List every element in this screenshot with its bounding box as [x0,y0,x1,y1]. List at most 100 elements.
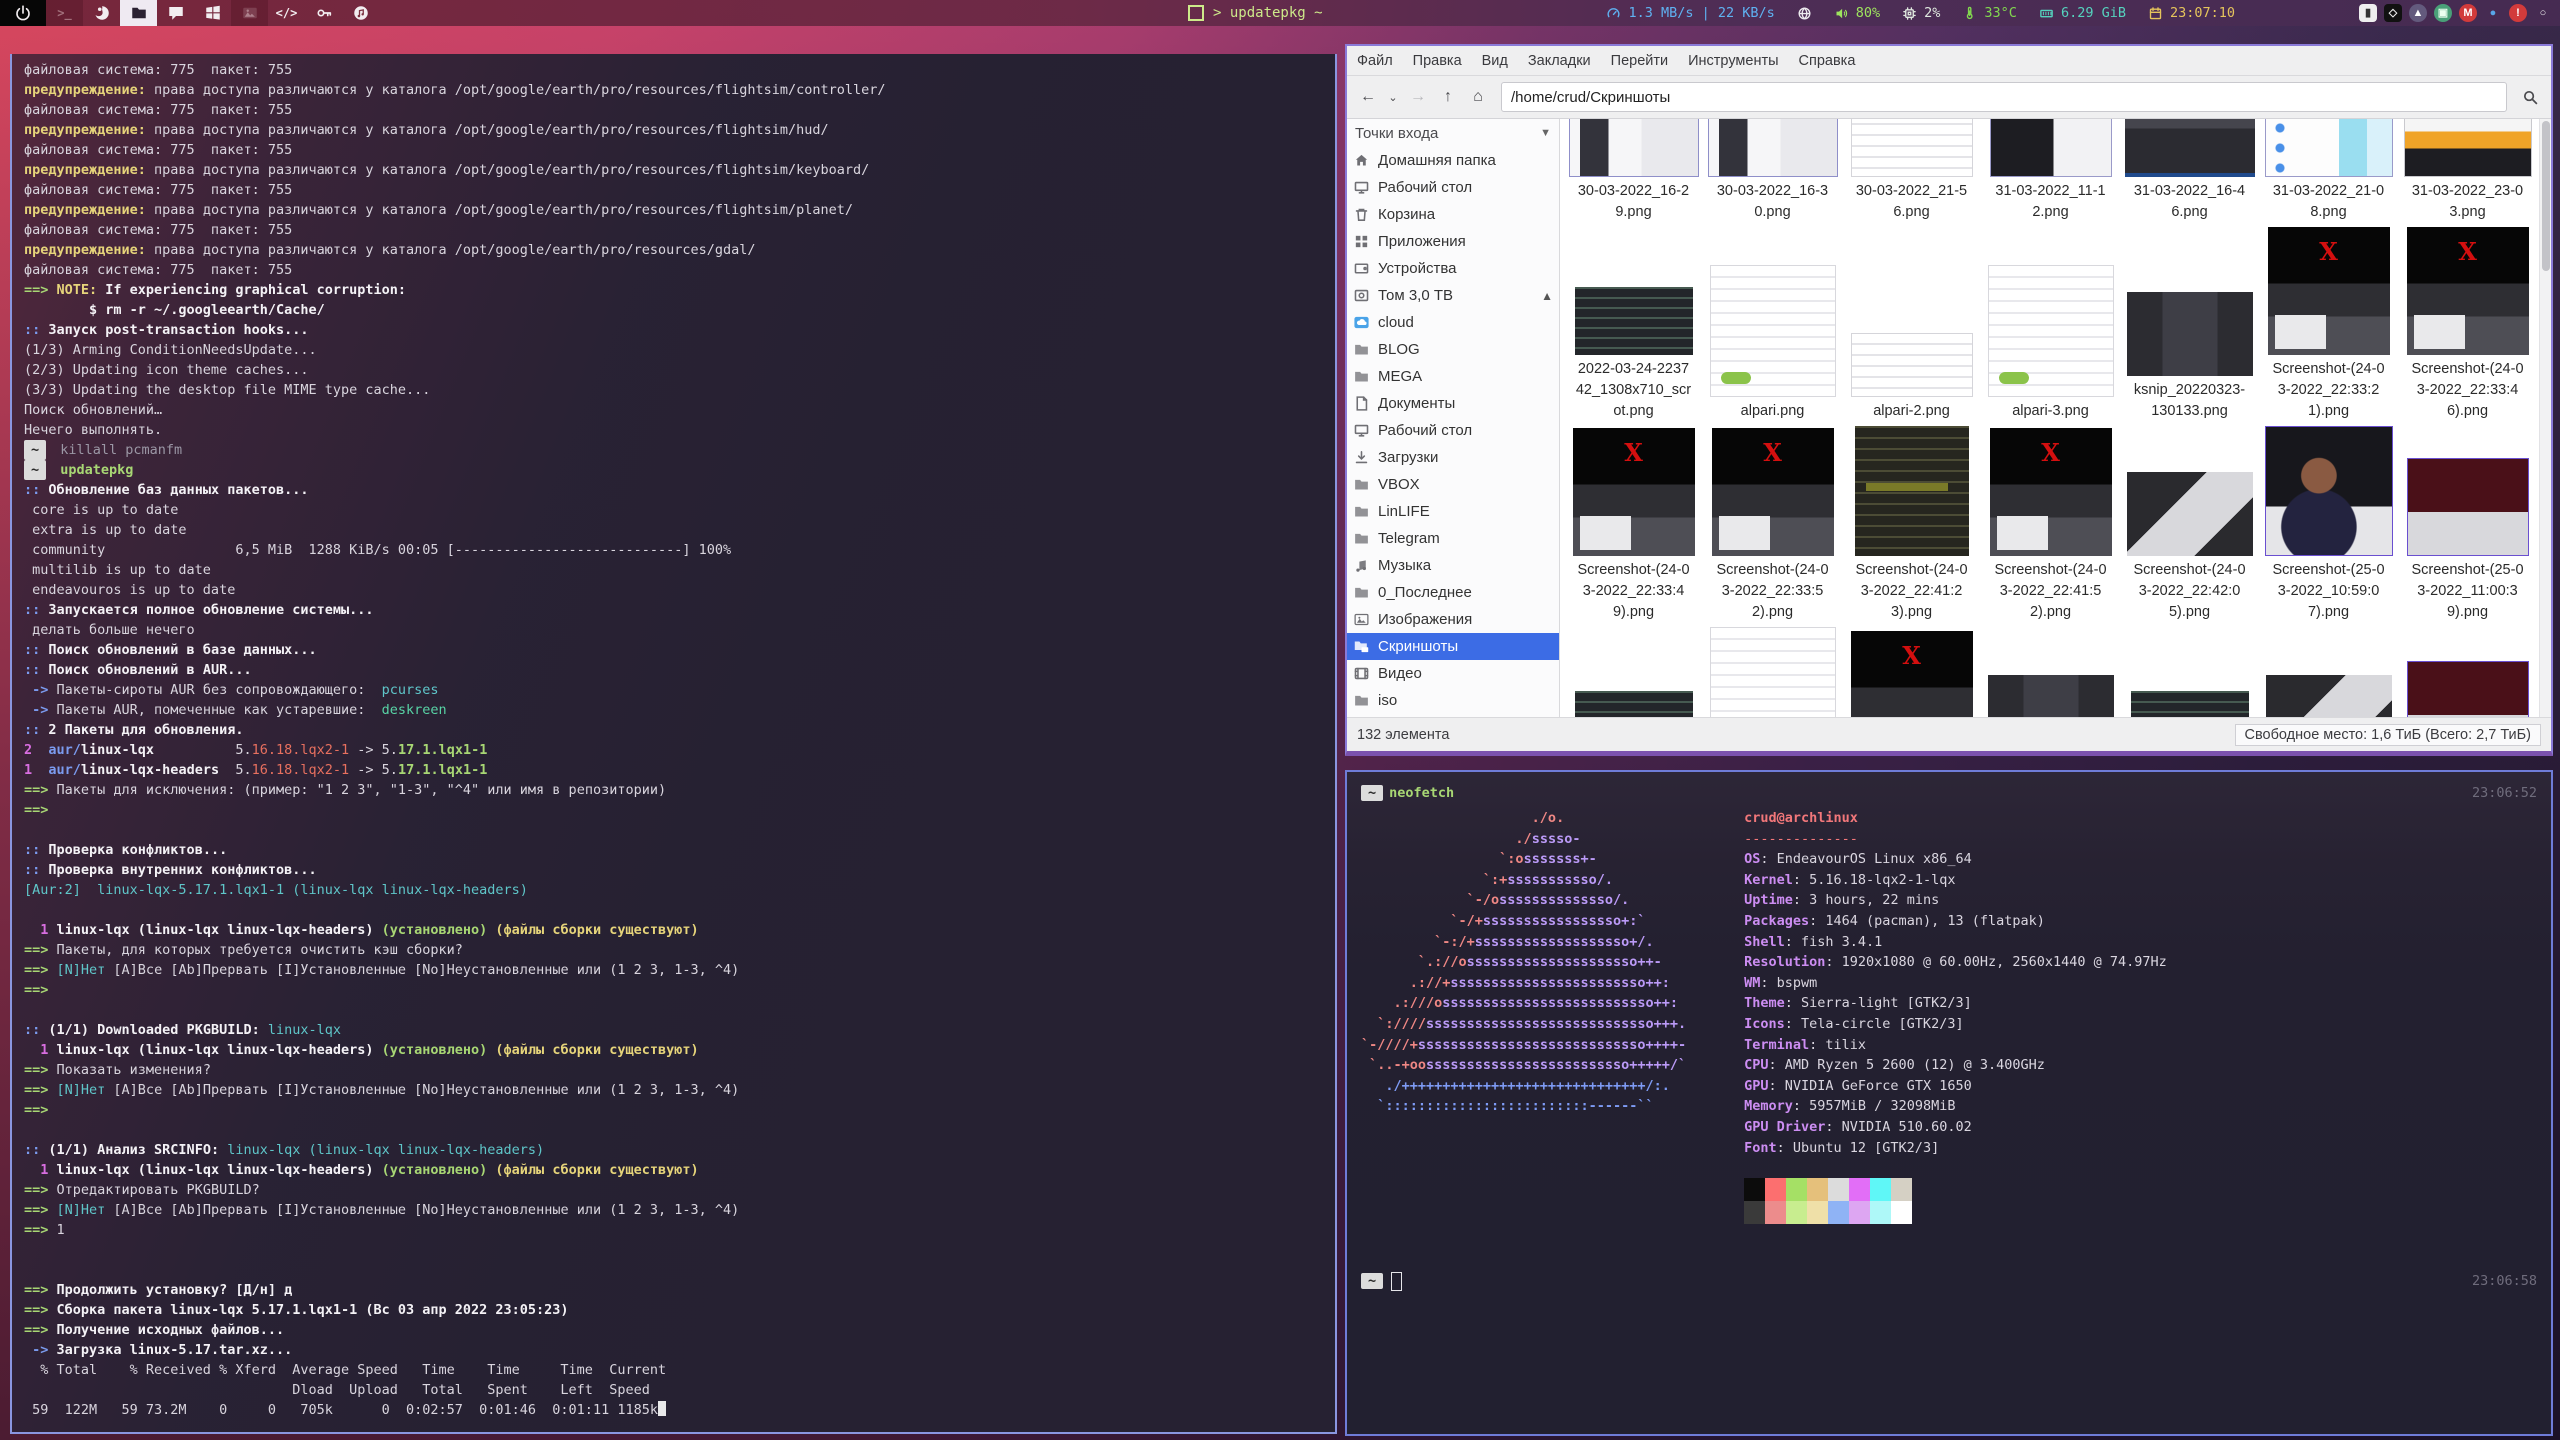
workspace-code-icon[interactable]: </> [268,0,305,26]
file-item[interactable]: 31-03-2022_16-46.png [2120,119,2259,225]
sidebar-item-Устройства[interactable]: Устройства [1347,255,1559,282]
up-button[interactable]: ↑ [1435,84,1461,110]
file-name: Screenshot-(24-03-2022_22:33:21).png [2271,359,2387,422]
tray-flameshot-icon[interactable]: ▣ [2434,4,2452,22]
sidebar-item-Документы[interactable]: Документы [1347,390,1559,417]
file-thumbnail [2125,119,2255,177]
sidebar-item-Рабочий стол[interactable]: Рабочий стол [1347,417,1559,444]
sidebar-item-Изображения[interactable]: Изображения [1347,606,1559,633]
tray-mega-icon[interactable]: ▲ [2409,4,2427,22]
menu-Правка[interactable]: Правка [1403,53,1472,69]
prompt-line: ~ neofetch 23:06:52 [1361,782,2537,804]
sidebar-item-VBOX[interactable]: VBOX [1347,471,1559,498]
file-item[interactable]: Screenshot-(25-03-2022_11:00:39).png [2398,424,2537,625]
sidebar-item-cloud[interactable]: cloud [1347,309,1559,336]
file-item[interactable]: 31-03-2022_23-03.png [2398,119,2537,225]
menu-Вид[interactable]: Вид [1472,53,1518,69]
file-item[interactable]: Screenshot-(24-03-2022_22:41:52).png [1981,424,2120,625]
sidebar-item-Загрузки[interactable]: Загрузки [1347,444,1559,471]
file-item[interactable]: Screenshot-(24-03-2022_22:33:21).png [2259,225,2398,424]
file-item[interactable] [2120,625,2259,717]
file-item[interactable] [1842,625,1981,717]
tray-alert-icon[interactable]: ! [2509,4,2527,22]
file-item[interactable]: Screenshot-(24-03-2022_22:41:23).png [1842,424,1981,625]
tray-lamp-icon[interactable]: ○ [2534,4,2552,22]
terminal-window-neofetch[interactable]: ~ neofetch 23:06:52 ./o. ./sssso- `:osss… [1345,770,2553,1436]
window-state-icon [1188,5,1204,21]
sidebar-item-Музыка[interactable]: Музыка [1347,552,1559,579]
workspace-power-icon[interactable] [0,0,46,26]
workspace-key-icon[interactable] [305,0,342,26]
file-item[interactable]: Screenshot-(24-03-2022_22:33:49).png [1564,424,1703,625]
sidebar-item-iso[interactable]: iso [1347,687,1559,714]
sidebar-item-0_Последнее[interactable]: 0_Последнее [1347,579,1559,606]
file-item[interactable]: 2022-03-24-223742_1308x710_scrot.png [1564,225,1703,424]
file-item[interactable]: 31-03-2022_11-12.png [1981,119,2120,225]
workspace-firefox-icon[interactable] [83,0,120,26]
tray-indicator-icon[interactable]: ▮ [2359,4,2377,22]
workspace-terminal-icon[interactable]: >_ [46,0,83,26]
file-item[interactable] [1703,625,1842,717]
sidebar-item-LinLIFE[interactable]: LinLIFE [1347,498,1559,525]
file-name: 31-03-2022_16-46.png [2132,181,2248,223]
file-item[interactable]: 31-03-2022_21-08.png [2259,119,2398,225]
workspace-windows-icon[interactable] [194,0,231,26]
menu-Инструменты[interactable]: Инструменты [1678,53,1788,69]
neofetch-info: crud@archlinux -------------- OS: Endeav… [1744,808,2167,1224]
tray-m-app-icon[interactable]: M [2459,4,2477,22]
sidebar-item-Корзина[interactable]: Корзина [1347,201,1559,228]
workspace-music-icon[interactable] [342,0,379,26]
tray-keepass-icon[interactable]: ◇ [2384,4,2402,22]
file-item[interactable] [2398,625,2537,717]
file-item[interactable]: Screenshot-(24-03-2022_22:33:52).png [1703,424,1842,625]
history-dropdown-icon[interactable]: ⌄ [1385,84,1401,110]
file-thumbnail [1990,119,2112,177]
menu-Справка[interactable]: Справка [1789,53,1866,69]
menu-Перейти[interactable]: Перейти [1601,53,1678,69]
places-header[interactable]: Точки входа ▼ [1347,119,1559,147]
search-icon[interactable] [2517,84,2543,110]
sidebar-item-Приложения[interactable]: Приложения [1347,228,1559,255]
sidebar-item-Домашняя папка[interactable]: Домашняя папка [1347,147,1559,174]
eject-icon[interactable]: ▲ [1541,289,1553,303]
scrollbar[interactable] [2539,119,2551,717]
file-name: Screenshot-(24-03-2022_22:33:52).png [1715,560,1831,623]
workspace-image-icon[interactable] [231,0,268,26]
palette-swatch [1828,1178,1849,1201]
terminal-window-updatepkg[interactable]: файловая система: 775 пакет: 755предупре… [10,54,1337,1434]
sidebar-item-Том 3,0 ТВ[interactable]: Том 3,0 ТВ▲ [1347,282,1559,309]
file-item[interactable]: 30-03-2022_16-29.png [1564,119,1703,225]
file-item[interactable] [2259,625,2398,717]
file-item[interactable]: alpari-2.png [1842,225,1981,424]
workspace-chat-icon[interactable] [157,0,194,26]
file-item[interactable]: Screenshot-(25-03-2022_10:59:07).png [2259,424,2398,625]
file-item[interactable] [1564,625,1703,717]
sidebar-item-Рабочий стол[interactable]: Рабочий стол [1347,174,1559,201]
sidebar-item-Telegram[interactable]: Telegram [1347,525,1559,552]
file-item[interactable]: Screenshot-(24-03-2022_22:33:46).png [2398,225,2537,424]
file-thumbnail [1708,119,1838,177]
file-item[interactable]: Screenshot-(24-03-2022_22:42:05).png [2120,424,2259,625]
folder-icon [1353,692,1370,709]
file-item[interactable] [1981,625,2120,717]
forward-button[interactable]: → [1405,84,1431,110]
file-item[interactable]: 30-03-2022_21-56.png [1842,119,1981,225]
sidebar-item-Видео[interactable]: Видео [1347,660,1559,687]
sidebar-item-Скриншоты[interactable]: Скриншоты [1347,633,1559,660]
sidebar-item-MEGA[interactable]: MEGA [1347,363,1559,390]
workspace-files-icon[interactable] [120,0,157,26]
free-space: Свободное место: 1,6 ТиБ (Всего: 2,7 ТиБ… [2235,724,2541,746]
sidebar-item-BLOG[interactable]: BLOG [1347,336,1559,363]
menu-Файл[interactable]: Файл [1347,53,1403,69]
file-item[interactable]: alpari.png [1703,225,1842,424]
file-manager-window[interactable]: ФайлПравкаВидЗакладкиПерейтиИнструментыС… [1345,44,2553,756]
file-name: Screenshot-(24-03-2022_22:33:46).png [2410,359,2526,422]
menu-Закладки[interactable]: Закладки [1518,53,1601,69]
home-button[interactable]: ⌂ [1465,84,1491,110]
path-bar[interactable]: /home/crud/Скриншоты [1501,82,2507,112]
file-item[interactable]: 30-03-2022_16-30.png [1703,119,1842,225]
file-item[interactable]: alpari-3.png [1981,225,2120,424]
tray-drop-icon[interactable]: ● [2484,4,2502,22]
file-item[interactable]: ksnip_20220323-130133.png [2120,225,2259,424]
back-button[interactable]: ← [1355,84,1381,110]
